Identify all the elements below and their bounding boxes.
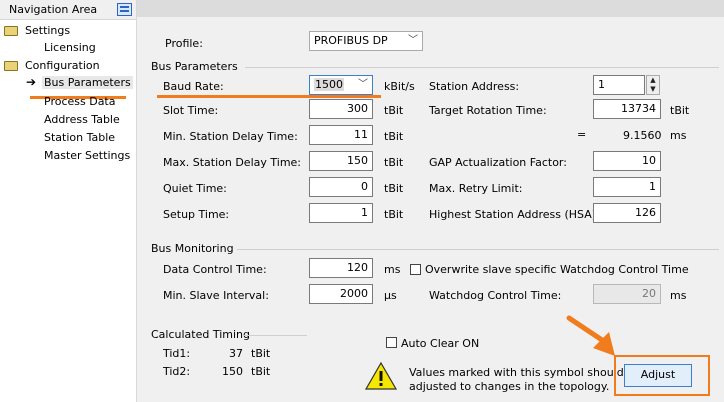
data-control-input[interactable]: 120 — [309, 258, 373, 278]
quiet-time-unit: tBit — [384, 182, 404, 195]
slot-time-unit: tBit — [384, 104, 404, 117]
group-divider — [237, 249, 719, 250]
max-station-delay-label: Max. Station Delay Time: — [163, 156, 302, 169]
tid1-unit: tBit — [251, 347, 271, 360]
hsa-label: Highest Station Address (HSA): — [429, 208, 600, 221]
overwrite-watchdog-label: Overwrite slave specific Watchdog Contro… — [425, 263, 689, 276]
adjust-button[interactable]: Adjust — [624, 364, 692, 387]
min-station-delay-label: Min. Station Delay Time: — [163, 130, 298, 143]
bus-parameters-group-label: Bus Parameters — [151, 60, 238, 73]
watchdog-input: 20 — [593, 284, 661, 304]
nav-title: Navigation Area — [9, 3, 98, 16]
setup-time-label: Setup Time: — [163, 208, 230, 221]
min-slave-unit: µs — [384, 289, 397, 302]
top-strip — [137, 0, 724, 17]
profile-select[interactable]: PROFIBUS DP ﹀ — [309, 31, 423, 51]
calculated-timing-group-label: Calculated Timing — [151, 328, 251, 341]
quiet-time-label: Quiet Time: — [163, 182, 227, 195]
tid1-label: Tid1: — [163, 347, 191, 360]
arrow-right-icon: ➔ — [26, 75, 37, 89]
group-divider — [243, 335, 307, 336]
tree-item-label: Station Table — [44, 131, 116, 144]
max-retry-label: Max. Retry Limit: — [429, 182, 523, 195]
note-line-2: adjusted to changes in the topology. — [409, 380, 610, 393]
tree-item-master-settings[interactable]: Master Settings — [44, 149, 130, 162]
chevron-down-icon: ﹀ — [408, 35, 418, 46]
watchdog-label: Watchdog Control Time: — [429, 289, 562, 302]
target-rotation-input[interactable]: 13734 — [593, 99, 661, 119]
tree-item-label: Master Settings — [44, 149, 131, 162]
slot-time-label: Slot Time: — [163, 104, 219, 117]
arrow-down-right-icon — [566, 315, 615, 356]
tid2-value: 150 — [222, 365, 243, 378]
folder-icon — [4, 26, 18, 36]
tree-item-bus-parameters[interactable]: ➔ Bus Parameters — [26, 75, 133, 92]
tree-item-label: Configuration — [25, 59, 100, 72]
spin-up-icon[interactable]: ▲ — [647, 76, 659, 85]
tid1-value: 37 — [229, 347, 243, 360]
min-slave-label: Min. Slave Interval: — [163, 289, 269, 302]
tree-item-label: Licensing — [44, 41, 96, 54]
warning-icon — [364, 361, 398, 390]
baud-rate-select[interactable]: 1500 ﹀ — [309, 75, 373, 95]
min-slave-input[interactable]: 2000 — [309, 284, 373, 304]
overwrite-watchdog-checkbox[interactable] — [410, 264, 421, 275]
main-panel: Profile: PROFIBUS DP ﹀ Bus Parameters Ba… — [137, 0, 724, 402]
setup-time-unit: tBit — [384, 208, 404, 221]
station-address-input[interactable]: 1 — [593, 75, 645, 95]
station-address-spinner[interactable]: ▲ ▼ — [646, 75, 660, 95]
folder-icon — [4, 61, 18, 71]
rotation-ms-value: 9.1560 — [623, 129, 662, 142]
auto-clear-checkbox[interactable] — [386, 337, 397, 348]
tree-item-process-data[interactable]: Process Data — [44, 95, 116, 108]
data-control-unit: ms — [384, 263, 401, 276]
group-divider — [245, 67, 719, 68]
rotation-ms-unit: ms — [670, 129, 687, 142]
profile-value: PROFIBUS DP — [314, 34, 388, 47]
tree-item-address-table[interactable]: Address Table — [44, 113, 120, 126]
bus-monitoring-group-label: Bus Monitoring — [151, 242, 234, 255]
tid2-label: Tid2: — [163, 365, 191, 378]
tid2-unit: tBit — [251, 365, 271, 378]
nav-header: Navigation Area — [0, 0, 136, 20]
station-address-label: Station Address: — [429, 80, 520, 93]
profile-label: Profile: — [165, 37, 203, 50]
equals-sign: = — [577, 128, 587, 141]
quiet-time-input[interactable]: 0 — [309, 177, 373, 197]
min-station-delay-unit: tBit — [384, 130, 404, 143]
tree-item-label: Process Data — [44, 95, 116, 108]
max-retry-input[interactable]: 1 — [593, 177, 661, 197]
min-station-delay-input[interactable]: 11 — [309, 125, 373, 145]
tree-item-station-table[interactable]: Station Table — [44, 131, 115, 144]
target-rotation-label: Target Rotation Time: — [429, 104, 547, 117]
tree-item-label: Bus Parameters — [42, 76, 133, 89]
tree-item-label: Settings — [25, 24, 71, 37]
note-line-1: Values marked with this symbol should be — [409, 366, 641, 379]
chevron-down-icon: ﹀ — [358, 79, 368, 90]
baud-rate-value: 1500 — [314, 78, 344, 91]
gap-factor-label: GAP Actualization Factor: — [429, 156, 567, 169]
setup-time-input[interactable]: 1 — [309, 203, 373, 223]
spin-down-icon[interactable]: ▼ — [647, 85, 659, 94]
hsa-input[interactable]: 126 — [593, 203, 661, 223]
nav-toggle-icon[interactable] — [117, 3, 132, 16]
max-station-delay-unit: tBit — [384, 156, 404, 169]
highlight-underline — [157, 95, 381, 98]
gap-factor-input[interactable]: 10 — [593, 151, 661, 171]
navigation-area: Navigation Area Settings Licensing Confi… — [0, 0, 137, 402]
auto-clear-label: Auto Clear ON — [401, 337, 480, 350]
slot-time-input[interactable]: 300 — [309, 99, 373, 119]
tree-item-licensing[interactable]: Licensing — [44, 41, 96, 54]
watchdog-unit: ms — [670, 289, 687, 302]
max-station-delay-input[interactable]: 150 — [309, 151, 373, 171]
tree-item-label: Address Table — [44, 113, 120, 126]
baud-rate-label: Baud Rate: — [163, 80, 224, 93]
baud-rate-unit: kBit/s — [384, 80, 415, 93]
target-rotation-unit: tBit — [670, 104, 690, 117]
data-control-label: Data Control Time: — [163, 263, 267, 276]
